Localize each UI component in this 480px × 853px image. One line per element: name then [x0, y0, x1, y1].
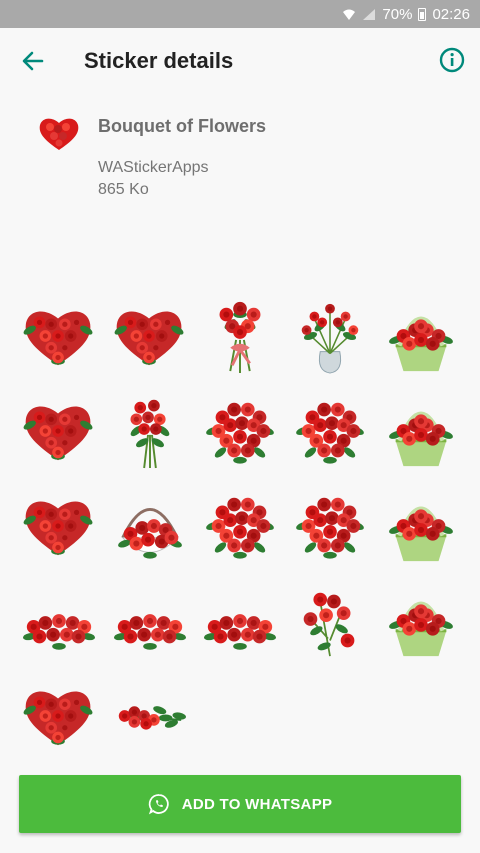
sticker-image [23, 406, 93, 460]
pack-publisher: WAStickerApps [98, 159, 209, 176]
sticker-21[interactable] [14, 668, 104, 763]
sticker-image [206, 402, 274, 464]
battery-percent: 70% [382, 5, 413, 23]
sticker-4[interactable] [285, 288, 375, 383]
sticker-14[interactable] [285, 478, 375, 573]
clock: 02:26 [432, 5, 470, 23]
sticker-8[interactable] [195, 383, 285, 478]
sticker-image [23, 613, 96, 650]
sticker-image [23, 501, 93, 555]
whatsapp-icon [148, 794, 169, 815]
sticker-image [388, 506, 453, 561]
sticker-12[interactable] [104, 478, 194, 573]
sticker-6[interactable] [14, 383, 104, 478]
sticker-image [388, 316, 453, 371]
sticker-image [113, 613, 186, 650]
pack-size: 865 Ko [98, 181, 149, 198]
sticker-image [388, 601, 453, 656]
sticker-grid [14, 288, 466, 763]
sticker-17[interactable] [104, 573, 194, 668]
sticker-image [203, 613, 276, 650]
signal-icon [362, 8, 376, 21]
sticker-image [219, 301, 261, 373]
battery-icon [418, 7, 427, 21]
pack-tray-icon [36, 114, 82, 154]
sticker-image [296, 497, 365, 559]
sticker-image [130, 399, 169, 468]
sticker-18[interactable] [195, 573, 285, 668]
sticker-image [118, 705, 186, 730]
sticker-13[interactable] [195, 478, 285, 573]
sticker-10[interactable] [376, 383, 466, 478]
sticker-image [304, 592, 355, 656]
sticker-20[interactable] [376, 573, 466, 668]
sticker-5[interactable] [376, 288, 466, 383]
sticker-7[interactable] [104, 383, 194, 478]
app-bar: Sticker details [0, 28, 480, 94]
page-title: Sticker details [84, 48, 234, 73]
sticker-2[interactable] [104, 288, 194, 383]
back-button[interactable] [18, 46, 48, 76]
sticker-15[interactable] [376, 478, 466, 573]
wifi-icon [342, 8, 356, 21]
sticker-22[interactable] [104, 668, 194, 763]
sticker-3[interactable] [195, 288, 285, 383]
add-button-label: ADD TO WHATSAPP [181, 795, 333, 813]
sticker-image [23, 691, 93, 745]
sticker-16[interactable] [14, 573, 104, 668]
sticker-19[interactable] [285, 573, 375, 668]
add-to-whatsapp-button[interactable]: ADD TO WHATSAPP [19, 775, 461, 833]
sticker-9[interactable] [285, 383, 375, 478]
sticker-image [114, 311, 184, 365]
info-icon [439, 47, 465, 73]
info-button[interactable] [438, 46, 466, 74]
sticker-11[interactable] [14, 478, 104, 573]
pack-name: Bouquet of Flowers [98, 116, 266, 136]
arrow-left-icon [22, 51, 44, 71]
sticker-image [296, 402, 365, 464]
sticker-image [388, 411, 453, 466]
sticker-image [302, 303, 359, 374]
sticker-image [23, 311, 93, 365]
status-bar: 70% 02:26 [0, 0, 480, 28]
sticker-1[interactable] [14, 288, 104, 383]
sticker-image [206, 497, 274, 559]
sticker-image [117, 507, 182, 559]
